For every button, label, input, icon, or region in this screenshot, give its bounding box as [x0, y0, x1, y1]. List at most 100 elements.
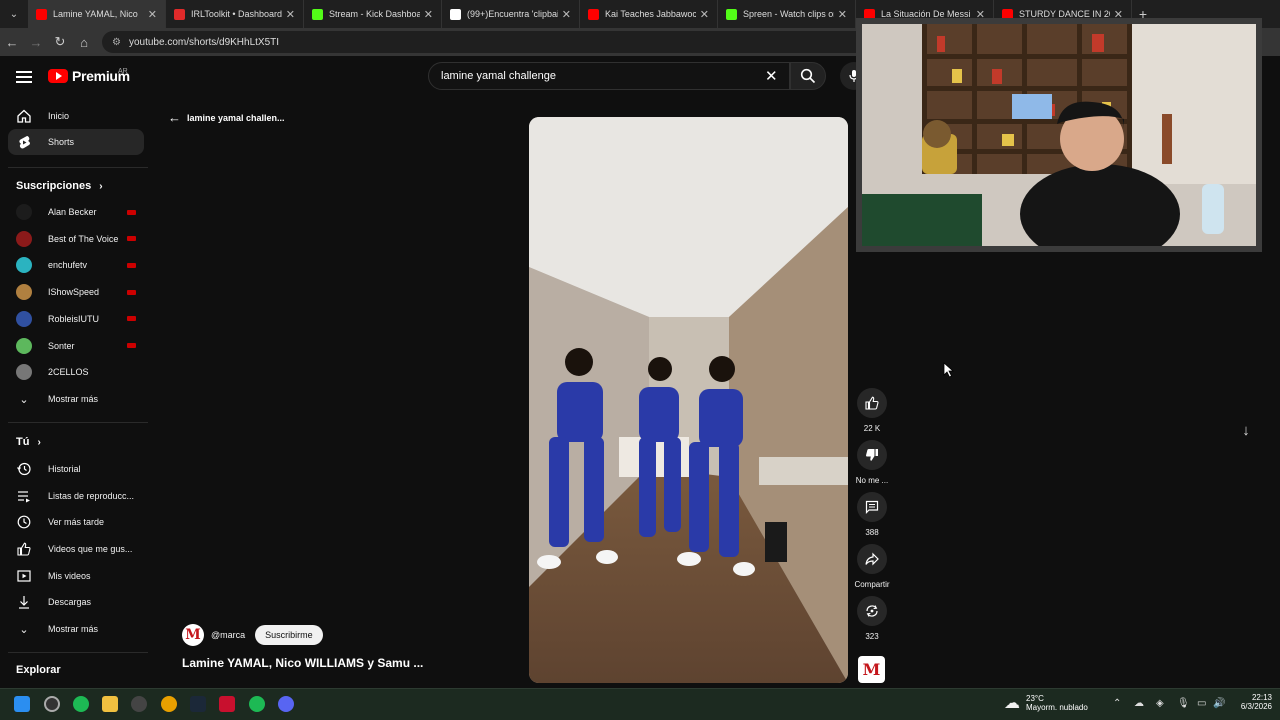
sidebar-item-inicio[interactable]: Inicio [8, 103, 144, 129]
webcam-feed-illustration [862, 24, 1256, 246]
back-to-search-button[interactable]: ← lamine yamal challen... [168, 110, 285, 125]
subscription-item[interactable]: IShowSpeed [8, 279, 144, 305]
irltoolkit-icon [174, 8, 185, 20]
channel-avatar [16, 230, 32, 247]
steam-app-icon[interactable] [190, 696, 206, 712]
show-more-subscriptions[interactable]: ⌄ Mostrar más [8, 386, 144, 412]
sidebar-item-label: Videos que me gus... [48, 544, 133, 554]
remix-button[interactable]: 323 [853, 596, 891, 641]
file-explorer-icon[interactable] [102, 696, 118, 712]
back-arrow-icon[interactable]: ← [0, 35, 24, 50]
mouse-cursor-icon [943, 362, 955, 383]
site-info-icon[interactable]: ⚙ [112, 37, 121, 48]
subscribe-button[interactable]: Suscribirme [255, 625, 323, 645]
tab-search-chevron-icon[interactable]: ⌄ [0, 0, 28, 28]
comments-button[interactable]: 388 [853, 492, 891, 537]
chrome-app-icon[interactable] [161, 696, 177, 712]
tab-title: Kai Teaches Jabbawocke [605, 9, 696, 19]
arrow-down-icon: ↓ [1242, 421, 1250, 439]
sidebar-item-liked-videos[interactable]: Videos que me gus... [8, 536, 144, 562]
home-button-icon[interactable]: ⌂ [72, 35, 96, 50]
sidebar-divider [8, 422, 148, 423]
close-tab-icon[interactable]: ✕ [838, 8, 847, 21]
browser-tab[interactable]: IRLToolkit • Dashboard ✕ [166, 0, 304, 28]
network-tray-icon[interactable]: ▭ [1197, 698, 1206, 709]
search-input[interactable]: lamine yamal challenge [428, 62, 790, 90]
windows-start-icon[interactable] [14, 696, 30, 712]
clock-date: 6/3/2026 [1240, 702, 1272, 711]
browser-tab[interactable]: Spreen - Watch clips on K ✕ [718, 0, 856, 28]
search-value: lamine yamal challenge [441, 70, 556, 82]
short-title[interactable]: Lamine YAMAL, Nico WILLIAMS y Samu ... [182, 656, 423, 670]
browser-tab[interactable]: Kai Teaches Jabbawocke ✕ [580, 0, 718, 28]
show-more-label: Mostrar más [48, 624, 99, 634]
browser-tab[interactable]: Lamine YAMAL, Nico ✕ [28, 0, 166, 28]
channel-avatar[interactable]: M [182, 624, 204, 646]
close-tab-icon[interactable]: ✕ [148, 8, 157, 21]
cloud-tray-icon[interactable]: ☁ [1134, 698, 1144, 709]
sidebar-item-my-videos[interactable]: Mis videos [8, 563, 144, 589]
menu-icon[interactable] [16, 68, 32, 84]
obs-app-icon[interactable] [44, 696, 60, 712]
remix-icon [857, 596, 887, 626]
tray-chevron-up-icon[interactable]: ⌃ [1113, 698, 1121, 709]
system-clock[interactable]: 22:13 6/3/2026 [1228, 693, 1272, 711]
spotify-app-icon[interactable] [73, 696, 89, 712]
browser-tab[interactable]: Stream - Kick Dashboard ✕ [304, 0, 442, 28]
subscription-item[interactable]: enchufetv [8, 252, 144, 278]
discord-app-icon[interactable] [278, 696, 294, 712]
streaming-app-icon[interactable] [219, 696, 235, 712]
cloudy-weather-icon: ☁ [1004, 695, 1020, 712]
sidebar-divider [8, 167, 148, 168]
sidebar-item-watch-later[interactable]: Ver más tarde [8, 509, 144, 535]
clear-search-icon[interactable]: ✕ [765, 67, 778, 85]
share-button[interactable]: Compartir [853, 544, 891, 589]
streamer-webcam-overlay [856, 18, 1262, 252]
close-tab-icon[interactable]: ✕ [700, 8, 709, 21]
sidebar-item-downloads[interactable]: Descargas [8, 589, 144, 615]
my-videos-icon [16, 568, 32, 584]
close-tab-icon[interactable]: ✕ [424, 8, 433, 21]
sidebar-item-label: Historial [48, 464, 81, 474]
next-short-button[interactable]: ↓ [1232, 416, 1260, 444]
microphone-tray-icon[interactable]: 🎙 [1177, 698, 1190, 709]
dislike-button[interactable]: No me ... [853, 440, 891, 485]
thumbs-down-icon [857, 440, 887, 470]
you-title[interactable]: Tú › [16, 436, 41, 448]
live-indicator-icon [127, 262, 136, 268]
subscriptions-title[interactable]: Suscripciones › [16, 180, 103, 192]
close-tab-icon[interactable]: ✕ [286, 8, 295, 21]
sidebar-item-shorts[interactable]: Shorts [8, 129, 144, 155]
sidebar-divider [8, 652, 148, 653]
sidebar-item-historial[interactable]: Historial [8, 456, 144, 482]
tab-title: (99+)Encuentra 'clipbait' [467, 9, 558, 19]
sidebar-item-label: Shorts [48, 137, 75, 147]
forward-arrow-icon[interactable]: → [24, 35, 48, 50]
like-button[interactable]: 22 K [853, 388, 891, 433]
youtube-icon [36, 8, 47, 20]
subscription-item[interactable]: 2CELLOS [8, 359, 144, 385]
subscription-item[interactable]: Sonter [8, 333, 144, 359]
search-button[interactable] [790, 62, 826, 90]
subscription-item[interactable]: Best of The Voice [8, 226, 144, 252]
live-indicator-icon [127, 236, 136, 242]
subscription-item[interactable]: RobleisIUTU [8, 306, 144, 332]
region-code: AR [118, 68, 128, 75]
remix-count: 323 [865, 632, 879, 641]
security-tray-icon[interactable]: ◈ [1156, 698, 1164, 709]
reload-icon[interactable]: ↻ [48, 34, 72, 50]
volume-tray-icon[interactable]: 🔊 [1213, 698, 1225, 709]
close-tab-icon[interactable]: ✕ [562, 8, 571, 21]
browser-tab[interactable]: (99+)Encuentra 'clipbait' ✕ [442, 0, 580, 28]
chevron-down-icon: ⌄ [19, 393, 29, 406]
chevron-down-icon: ⌄ [19, 623, 29, 636]
channel-name[interactable]: @marca [211, 630, 245, 640]
subscription-item[interactable]: Alan Becker [8, 199, 144, 225]
channel-logo-thumbnail[interactable]: M [858, 656, 885, 683]
spotify-app-icon-2[interactable] [249, 696, 265, 712]
show-more-you[interactable]: ⌄ Mostrar más [8, 616, 144, 642]
weather-widget[interactable]: ☁ 23°C Mayorm. nublado [1004, 693, 1088, 713]
short-video-player[interactable] [529, 117, 848, 683]
4k-downloader-icon[interactable] [131, 696, 147, 712]
sidebar-item-playlists[interactable]: Listas de reproducc... [8, 483, 144, 509]
